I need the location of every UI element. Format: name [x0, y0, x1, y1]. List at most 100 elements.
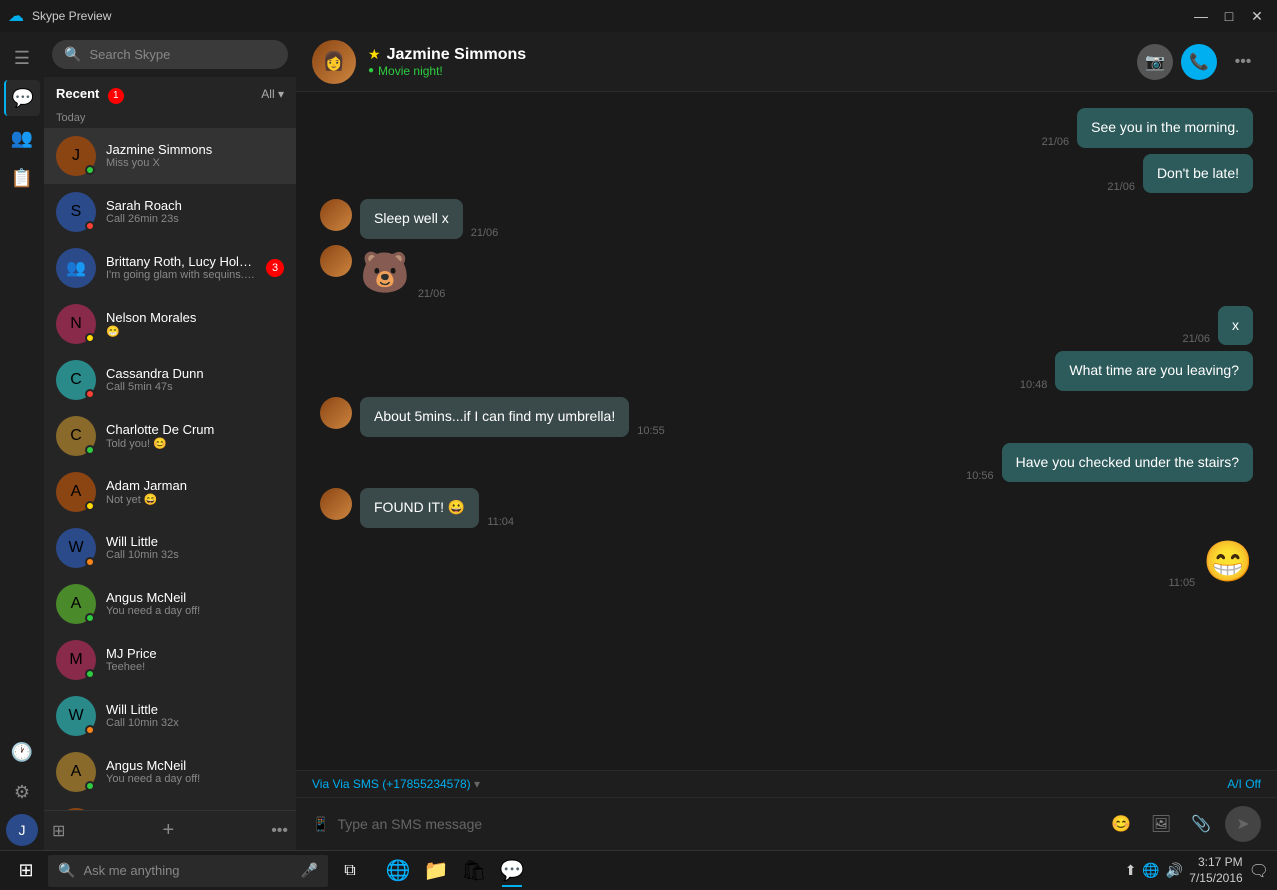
clock-date: 7/15/2016 — [1189, 871, 1242, 887]
task-view-button[interactable]: ⧉ — [332, 853, 368, 889]
unread-badge: 3 — [266, 259, 284, 277]
contact-item-charlotte-de-crum[interactable]: C Charlotte De Crum Told you! 😊 — [44, 408, 296, 464]
contact-info: Will Little Call 10min 32x — [106, 702, 284, 729]
cortana-icon: 🔍 — [58, 862, 75, 879]
contact-sub: Call 26min 23s — [106, 213, 284, 225]
maximize-button[interactable]: □ — [1217, 4, 1241, 28]
msg-time: 21/06 — [1107, 181, 1135, 193]
contact-info: MJ Price Teehee! — [106, 646, 284, 673]
contact-name: Angus McNeil — [106, 758, 284, 773]
sms-via-number[interactable]: Via SMS (+17855234578) — [332, 777, 470, 791]
taskbar-search[interactable]: 🔍 🎤 — [48, 855, 328, 887]
msg-emoji: 🐻 — [360, 245, 410, 300]
taskbar-search-input[interactable] — [83, 863, 292, 878]
user-avatar[interactable]: J — [6, 814, 38, 846]
msg-time: 11:04 — [487, 516, 514, 528]
video-call-button[interactable]: 📷 — [1137, 44, 1173, 80]
status-dot — [85, 725, 95, 735]
group-avatar: 👥 — [56, 248, 96, 288]
contact-sub: Call 10min 32s — [106, 549, 284, 561]
star-icon: ★ — [368, 46, 381, 63]
sidebar-grid-icon[interactable]: ⊞ — [52, 821, 65, 841]
msg-bubble: See you in the morning. — [1077, 108, 1253, 148]
status-dot — [85, 557, 95, 567]
contact-sub: Miss you X — [106, 157, 284, 169]
today-label: Today — [44, 108, 296, 128]
recent-label-wrap: Recent 1 — [56, 85, 124, 104]
all-filter-button[interactable]: All ▾ — [261, 87, 284, 101]
network-icon[interactable]: 🌐 — [1142, 862, 1159, 879]
msg-bubble: Have you checked under the stairs? — [1002, 443, 1253, 483]
nav-history-icon[interactable]: 🕐 — [4, 734, 40, 770]
msg-avatar — [320, 199, 352, 231]
contact-item-mj-price-1[interactable]: M MJ Price Teehee! — [44, 632, 296, 688]
minimize-button[interactable]: — — [1189, 4, 1213, 28]
contact-item-will-little-2[interactable]: W Will Little Call 10min 32x — [44, 688, 296, 744]
taskbar-edge[interactable]: 🌐 — [380, 853, 416, 889]
contact-item-cassandra-dunn[interactable]: C Cassandra Dunn Call 5min 47s — [44, 352, 296, 408]
contact-name: Adam Jarman — [106, 478, 284, 493]
chat-avatar-inner: 👩 — [312, 40, 356, 84]
contact-sub: Not yet 😄 — [106, 493, 284, 506]
contact-info: Charlotte De Crum Told you! 😊 — [106, 422, 284, 450]
mic-icon[interactable]: 🎤 — [301, 862, 318, 879]
contact-item-jazmine-simmons[interactable]: J Jazmine Simmons Miss you X — [44, 128, 296, 184]
message-row-5: 21/06x — [320, 306, 1253, 346]
search-input-wrap[interactable]: 🔍 — [52, 40, 288, 69]
chat-input-area: Via Via SMS (+17855234578) ▾ A/I Off 📱 😊… — [296, 770, 1277, 850]
notification-icon[interactable]: ⬆ — [1125, 862, 1137, 879]
contact-name: Will Little — [106, 702, 284, 717]
titlebar-controls: — □ ✕ — [1189, 4, 1269, 28]
action-center-icon[interactable]: 🗨 — [1249, 861, 1269, 881]
contact-info: Adam Jarman Not yet 😄 — [106, 478, 284, 506]
sidebar-more-icon[interactable]: ••• — [271, 822, 288, 840]
contact-item-nelson-morales[interactable]: N Nelson Morales 😁 — [44, 296, 296, 352]
sms-icon: 📱 — [312, 816, 329, 833]
avatar-wrap: A — [56, 584, 96, 624]
nav-settings-icon[interactable]: ⚙ — [4, 774, 40, 810]
more-options-button[interactable]: ••• — [1225, 44, 1261, 80]
taskbar-right: ⬆ 🌐 🔊 3:17 PM 7/15/2016 🗨 — [1125, 855, 1269, 886]
chat-contact-status: Movie night! — [378, 64, 443, 78]
start-button[interactable]: ⊞ — [8, 853, 44, 889]
contacts-list: J Jazmine Simmons Miss you X S Sarah Roa… — [44, 128, 296, 811]
nav-chats-icon[interactable]: 💬 — [4, 80, 40, 116]
send-button[interactable]: ➤ — [1225, 806, 1261, 842]
message-input[interactable] — [337, 816, 1097, 832]
avatar-wrap: M — [56, 808, 96, 811]
sidebar-add-icon[interactable]: + — [162, 819, 174, 842]
taskbar-explorer[interactable]: 📁 — [418, 853, 454, 889]
voice-call-button[interactable]: 📞 — [1181, 44, 1217, 80]
volume-icon[interactable]: 🔊 — [1166, 862, 1183, 879]
msg-avatar — [320, 397, 352, 429]
contact-item-angus-mcneil-2[interactable]: A Angus McNeil You need a day off! — [44, 744, 296, 800]
emoji-button[interactable]: 😊 — [1105, 808, 1137, 840]
image-button[interactable]: 🖼 — [1145, 808, 1177, 840]
contact-item-adam-jarman[interactable]: A Adam Jarman Not yet 😄 — [44, 464, 296, 520]
nav-people-icon[interactable]: 👥 — [4, 120, 40, 156]
contact-item-angus-mcneil-1[interactable]: A Angus McNeil You need a day off! — [44, 576, 296, 632]
nav-contacts-icon[interactable]: 📋 — [4, 160, 40, 196]
contact-info: Angus McNeil You need a day off! — [106, 758, 284, 785]
skype-logo-icon: ☁ — [8, 6, 24, 26]
msg-time: 21/06 — [1042, 136, 1070, 148]
msg-time: 11:05 — [1168, 577, 1195, 589]
taskbar-skype[interactable]: 💬 — [494, 853, 530, 889]
search-input[interactable] — [89, 47, 276, 62]
contact-item-brittany-group[interactable]: 👥 Brittany Roth, Lucy Holcomb, S... I'm … — [44, 240, 296, 296]
status-dot — [85, 165, 95, 175]
msg-time: 10:55 — [637, 425, 665, 437]
contact-item-mj-price-2[interactable]: M MJ Price Teehee! — [44, 800, 296, 811]
taskbar-store[interactable]: 🛍 — [456, 853, 492, 889]
contact-sub: Teehee! — [106, 661, 284, 673]
close-button[interactable]: ✕ — [1245, 4, 1269, 28]
message-row-6: 10:48What time are you leaving? — [320, 351, 1253, 391]
contact-info: Will Little Call 10min 32s — [106, 534, 284, 561]
msg-bubble: Sleep well x — [360, 199, 463, 239]
sidebar: 🔍 Recent 1 All ▾ Today J Jazmine Simmons — [44, 32, 296, 850]
nav-hamburger-icon[interactable]: ☰ — [4, 40, 40, 76]
attachment-button[interactable]: 📎 — [1185, 808, 1217, 840]
contact-item-will-little-1[interactable]: W Will Little Call 10min 32s — [44, 520, 296, 576]
ai-off-badge: A/I Off — [1227, 777, 1261, 791]
contact-item-sarah-roach[interactable]: S Sarah Roach Call 26min 23s — [44, 184, 296, 240]
